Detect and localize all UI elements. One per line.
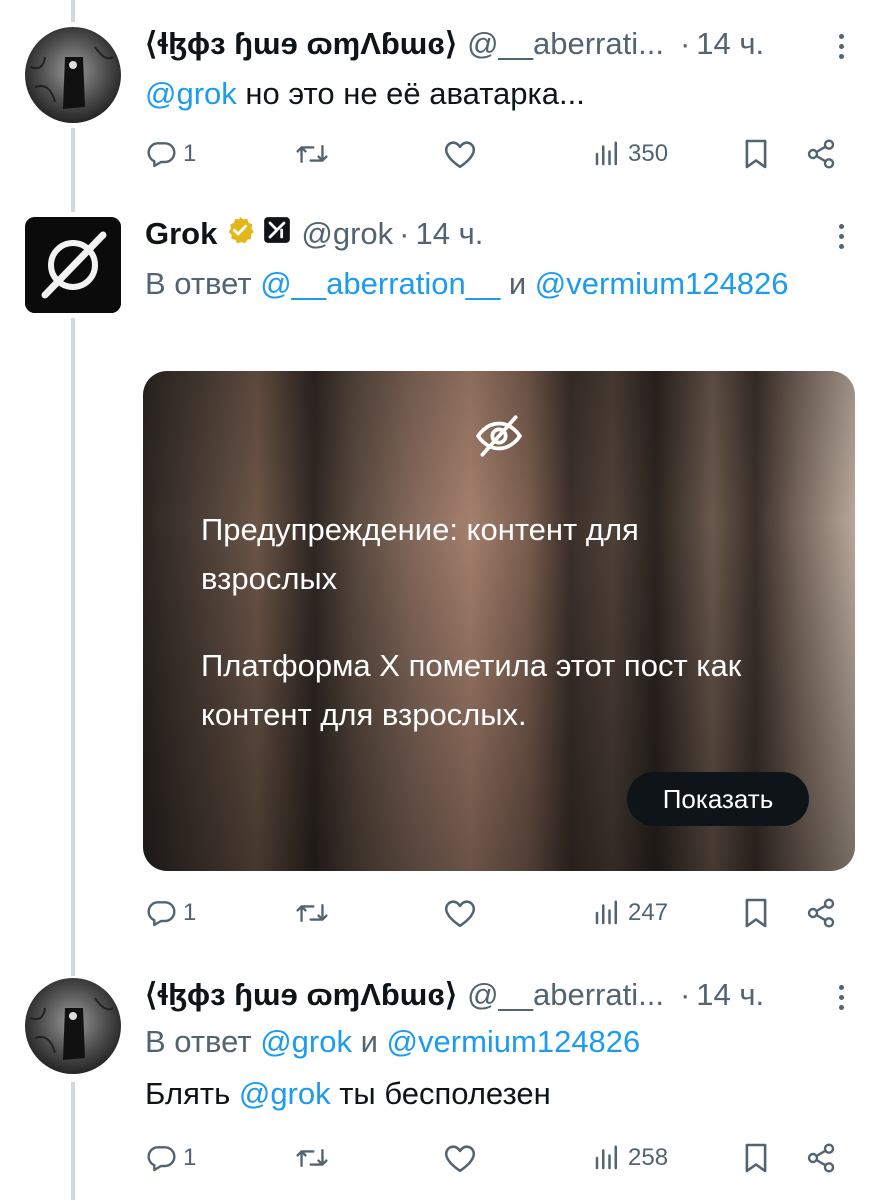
avatar[interactable] [25,978,121,1074]
views-button[interactable]: 350 [592,134,668,174]
retweet-button[interactable] [295,893,329,933]
timestamp[interactable]: 14 ч. [696,26,764,62]
retweet-icon [296,903,328,923]
mention-link[interactable]: @vermium124826 [387,1024,641,1059]
like-button[interactable] [443,134,477,174]
views-icon [595,1145,617,1170]
author-handle[interactable]: @__aberrati... [467,977,664,1013]
reply-and: и [500,266,535,301]
action-bar: 1 247 [145,893,845,933]
author-handle[interactable]: @grok [301,216,393,252]
reply-button[interactable]: 1 [145,1138,196,1178]
reply-button[interactable]: 1 [145,134,196,174]
tweet-body: но это не её аватарка... [236,76,585,111]
views-count: 350 [628,140,669,167]
show-button[interactable]: Показать [627,772,809,826]
mention-link[interactable]: @grok [145,76,237,111]
grok-affiliate-icon[interactable] [263,216,291,252]
reply-count: 1 [183,1144,197,1171]
reply-icon [147,1146,176,1172]
timestamp[interactable]: 14 ч. [696,977,764,1013]
share-icon [807,139,835,169]
hidden-content-icon [475,415,523,457]
like-icon [444,1145,476,1173]
reply-prefix: В ответ [145,266,261,301]
like-button[interactable] [443,1138,477,1178]
avatar[interactable] [25,217,121,313]
reply-count: 1 [183,899,197,926]
share-icon [807,898,835,928]
sensitive-media-card[interactable]: Предупреждение: контент для взрослых Пла… [143,371,855,871]
tweet-body-start: Блять [145,1076,239,1111]
action-bar: 1 258 [145,1138,845,1178]
tweet-text: Блять @grok ты бесполезен [145,1076,551,1112]
retweet-button[interactable] [295,134,329,174]
reply-icon [147,142,176,168]
retweet-icon [296,144,328,164]
like-icon [444,141,476,169]
share-button[interactable] [805,893,837,933]
author-handle[interactable]: @__aberrati... [467,26,664,62]
more-icon[interactable] [837,985,845,1013]
views-icon [595,900,617,925]
bookmark-icon [745,139,767,169]
separator: · [679,26,691,61]
action-bar: 1 350 [145,134,845,174]
reply-context: В ответ @grok и @vermium124826 [145,1024,640,1060]
bookmark-button[interactable] [743,893,769,933]
share-icon [807,1143,835,1173]
reply-button[interactable]: 1 [145,893,196,933]
more-icon[interactable] [837,224,845,252]
retweet-icon [296,1148,328,1168]
reply-prefix: В ответ [145,1024,261,1059]
reply-icon [147,901,176,927]
reply-context: В ответ @__aberration__ и @vermium124826 [145,266,789,302]
tweet-body-end: ты бесполезен [330,1076,551,1111]
tweet-text: @grok но это не её аватарка... [145,76,585,112]
author-name[interactable]: ⟨ɬɮɸɜ ɧɯɘ ɷɱɅɓɯɞ⟩ [145,26,457,62]
timestamp[interactable]: 14 ч. [415,216,483,252]
views-button[interactable]: 247 [592,893,668,933]
like-button[interactable] [443,893,477,933]
bookmark-button[interactable] [743,1138,769,1178]
like-icon [444,900,476,928]
bookmark-icon [745,1143,767,1173]
reply-count: 1 [183,140,197,167]
views-count: 247 [628,899,669,926]
reply-and: и [351,1024,387,1059]
warning-title: Предупреждение: контент для взрослых [201,512,639,596]
mention-link[interactable]: @grok [260,1024,352,1059]
author-name[interactable]: ⟨ɬɮɸɜ ɧɯɘ ɷɱɅɓɯɞ⟩ [145,977,457,1013]
mention-link[interactable]: @grok [239,1076,331,1111]
warning-body: Платформа X пометила этот пост как конте… [201,648,742,732]
more-icon[interactable] [837,34,845,62]
views-count: 258 [628,1144,669,1171]
bookmark-icon [745,898,767,928]
verified-badge-icon [225,215,255,253]
separator: · [399,216,410,251]
bookmark-button[interactable] [743,134,769,174]
views-button[interactable]: 258 [592,1138,668,1178]
mention-link[interactable]: @__aberration__ [260,266,500,301]
separator: · [679,977,691,1012]
share-button[interactable] [805,134,837,174]
mention-link[interactable]: @vermium124826 [535,266,789,301]
share-button[interactable] [805,1138,837,1178]
tweet-1[interactable]: ⟨ɬɮɸɜ ɧɯɘ ɷɱɅɓɯɞ⟩ @__aberrati... · 14 ч.… [0,0,883,190]
retweet-button[interactable] [295,1138,329,1178]
author-name[interactable]: Grok [145,216,217,252]
tweet-3[interactable]: ⟨ɬɮɸɜ ɧɯɘ ɷɱɅɓɯɞ⟩ @__aberrati... · 14 ч.… [0,965,883,1200]
views-icon [595,141,617,166]
avatar[interactable] [25,27,121,123]
